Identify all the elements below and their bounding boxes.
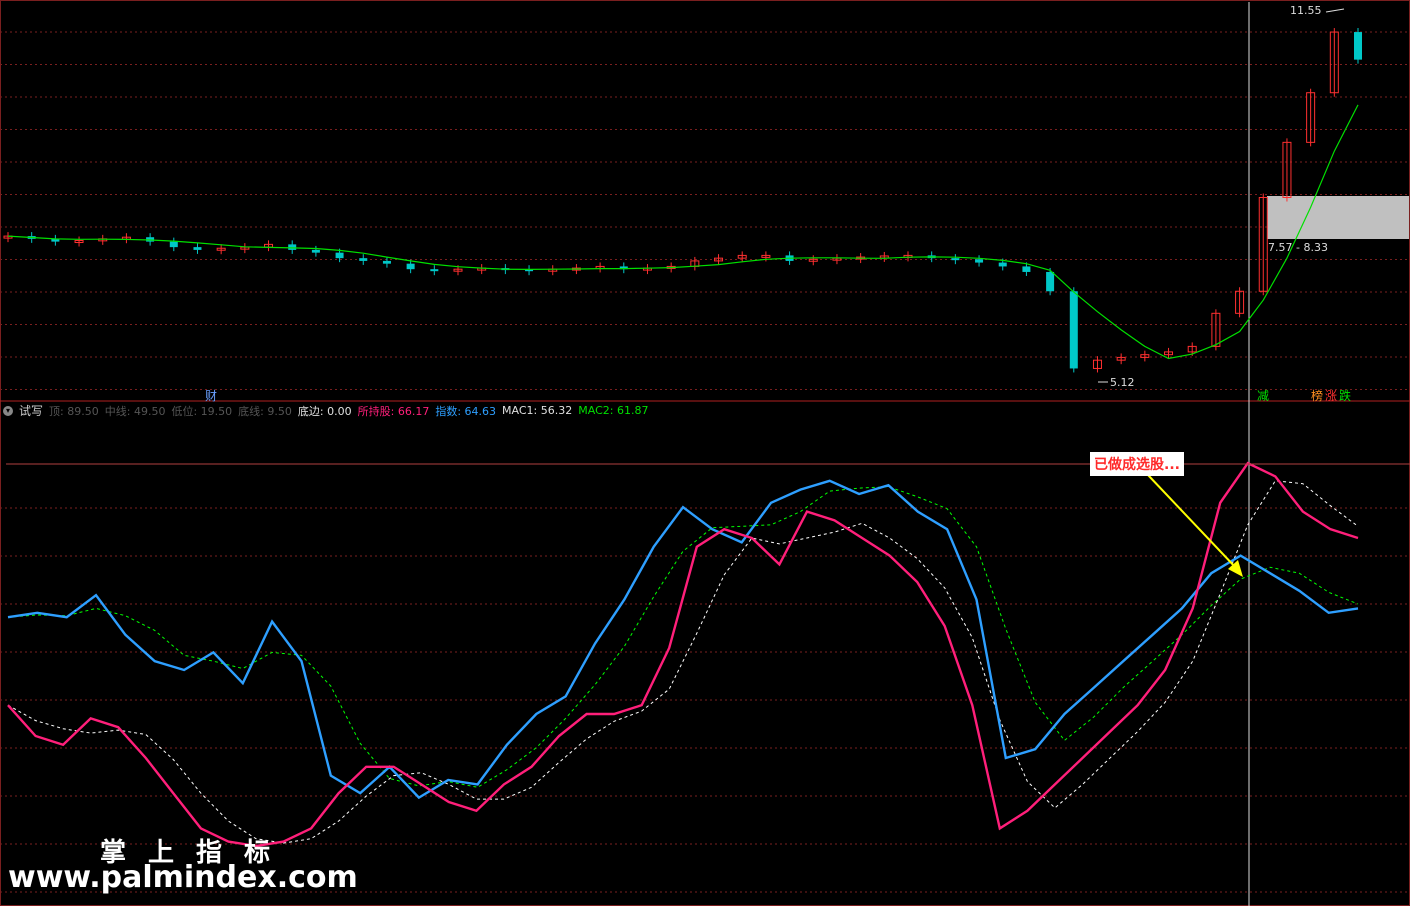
mac2-label: MAC2: [578, 404, 614, 417]
high-price-label: 11.55 [1290, 4, 1322, 17]
holding-value: 66.17 [397, 404, 430, 418]
param-bottom-value: 9.50 [267, 404, 292, 418]
param-top-value: 89.50 [67, 404, 99, 418]
high-marker-line [1325, 8, 1345, 13]
event-tag-down[interactable]: 跌 [1339, 387, 1351, 404]
param-top-label: 顶: [49, 404, 64, 418]
candle-body-down [311, 249, 320, 253]
candle-body-down [382, 260, 391, 264]
candle-body-down [359, 258, 368, 261]
annotation-note: 已做成选股... [1090, 452, 1184, 476]
event-tag-list[interactable]: 榜 [1311, 387, 1323, 404]
mac1-line [7, 480, 1359, 844]
chart-stage [0, 0, 1410, 906]
low-price-label: 5.12 [1110, 376, 1135, 389]
param-low-value: 19.50 [200, 404, 233, 418]
param-mid-value: 49.50 [133, 404, 166, 418]
candle-body-down [1069, 291, 1078, 369]
index-label: 指数: [435, 404, 462, 418]
param-bottom-label: 底线: [238, 404, 264, 418]
candle-body-down [998, 262, 1007, 267]
bottom-edge-value: 0.00 [327, 404, 352, 418]
candle-body-down [406, 263, 415, 270]
event-tag-up[interactable]: 涨 [1325, 387, 1337, 404]
candle-body-down [1046, 271, 1055, 292]
candle-body-down [1022, 266, 1031, 272]
index-line [7, 479, 1359, 800]
holding-label: 所持股: [357, 404, 395, 418]
event-tag-reduce[interactable]: 减 [1257, 387, 1269, 404]
mac2-line [7, 486, 1359, 788]
mac2-value: 61.87 [616, 404, 649, 417]
param-low-label: 低位: [171, 404, 198, 418]
indicator-name[interactable]: 试写 [19, 402, 43, 419]
mac1-label: MAC1: [502, 404, 538, 417]
watermark-url: www.palmindex.com [8, 860, 358, 895]
highlight-range-box [1267, 196, 1409, 239]
candlestick-series [3, 28, 1362, 373]
price-grid [0, 31, 1410, 390]
candle-body-down [193, 247, 202, 250]
bottom-edge-label: 底边: [297, 404, 324, 418]
candle-body-down [951, 258, 960, 261]
param-mid-label: 中线: [104, 404, 131, 418]
candle-body-down [288, 244, 297, 250]
candle-body-down [335, 252, 344, 259]
mac1-value: 56.32 [540, 404, 573, 417]
candle-body-down [975, 259, 984, 263]
indicator-dropdown-icon[interactable]: ▾ [3, 405, 13, 416]
candle-body-down [1354, 32, 1362, 60]
range-price-label: 7.57 - 8.33 [1268, 241, 1328, 254]
index-value: 64.63 [464, 404, 497, 418]
indicator-info-bar: ▾ 试写 顶: 89.50 中线: 49.50 低位: 19.50 底线: 9.… [0, 402, 648, 419]
chart-border [0, 0, 1410, 906]
candle-body-down [430, 269, 439, 272]
candle-body-down [169, 241, 178, 248]
moving-average-line [7, 104, 1359, 360]
